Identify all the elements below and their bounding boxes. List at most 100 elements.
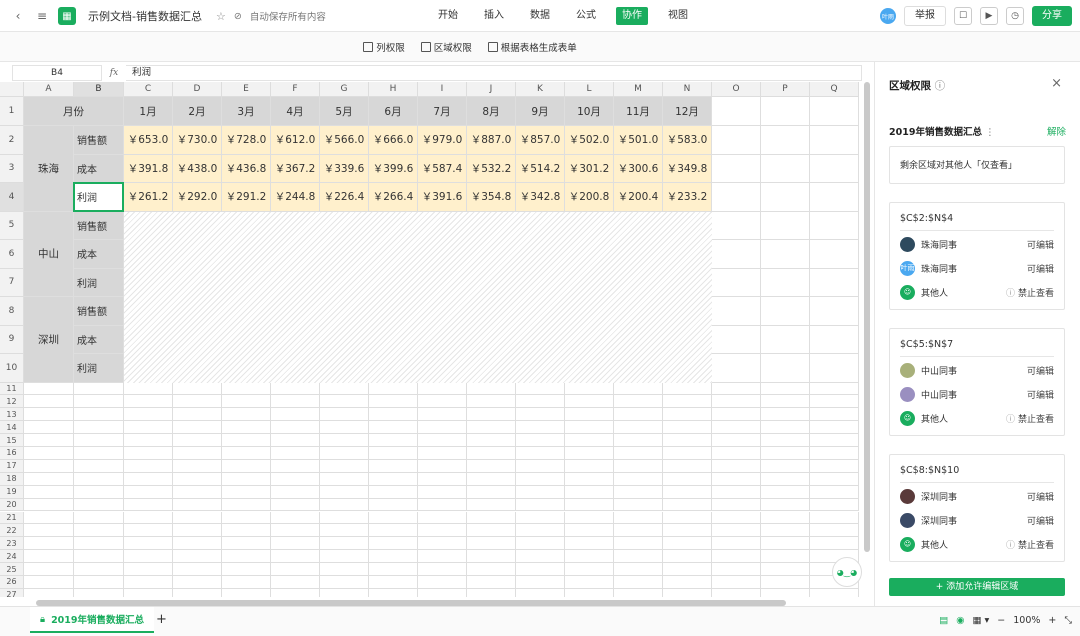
empty-cell[interactable] xyxy=(810,421,859,435)
column-header-L[interactable]: L xyxy=(565,82,614,97)
empty-cell[interactable] xyxy=(712,325,761,354)
empty-cell[interactable] xyxy=(24,382,74,396)
empty-cell[interactable] xyxy=(516,408,565,422)
row-header-5[interactable]: 5 xyxy=(0,211,24,240)
empty-cell[interactable] xyxy=(467,382,516,396)
metric-label[interactable]: 销售额 xyxy=(74,211,124,240)
empty-cell[interactable] xyxy=(516,395,565,409)
empty-cell[interactable] xyxy=(712,97,761,126)
empty-cell[interactable] xyxy=(516,511,565,525)
metric-label[interactable]: 成本 xyxy=(74,154,124,183)
column-permission-button[interactable]: 列权限 xyxy=(363,40,405,54)
empty-cell[interactable] xyxy=(173,588,222,597)
empty-cell[interactable] xyxy=(712,563,761,576)
empty-cell[interactable] xyxy=(565,563,614,576)
empty-cell[interactable] xyxy=(467,537,516,551)
empty-cell[interactable] xyxy=(761,459,810,473)
empty-cell[interactable] xyxy=(222,576,271,589)
empty-cell[interactable] xyxy=(614,524,663,538)
empty-cell[interactable] xyxy=(320,472,369,486)
empty-cell[interactable] xyxy=(663,459,712,473)
empty-cell[interactable] xyxy=(712,354,761,383)
empty-cell[interactable] xyxy=(369,563,418,576)
empty-cell[interactable] xyxy=(173,563,222,576)
empty-cell[interactable] xyxy=(271,472,320,486)
empty-cell[interactable] xyxy=(74,395,124,409)
menu-icon[interactable]: ≡ xyxy=(34,8,50,24)
empty-cell[interactable] xyxy=(810,498,859,512)
empty-cell[interactable] xyxy=(418,485,467,499)
value-cell[interactable]: ￥391.6 xyxy=(418,183,467,212)
empty-cell[interactable] xyxy=(614,447,663,460)
empty-cell[interactable] xyxy=(663,382,712,396)
empty-cell[interactable] xyxy=(810,240,859,269)
empty-cell[interactable] xyxy=(761,576,810,589)
tab-5[interactable]: 视图 xyxy=(662,7,694,25)
empty-cell[interactable] xyxy=(516,550,565,564)
empty-cell[interactable] xyxy=(712,550,761,564)
column-header-A[interactable]: A xyxy=(24,82,74,97)
empty-cell[interactable] xyxy=(124,421,173,435)
empty-cell[interactable] xyxy=(24,563,74,576)
empty-cell[interactable] xyxy=(124,485,173,499)
empty-cell[interactable] xyxy=(663,576,712,589)
empty-cell[interactable] xyxy=(810,434,859,447)
empty-cell[interactable] xyxy=(810,447,859,460)
empty-cell[interactable] xyxy=(565,576,614,589)
empty-cell[interactable] xyxy=(222,421,271,435)
empty-cell[interactable] xyxy=(369,421,418,435)
column-header-C[interactable]: C xyxy=(124,82,173,97)
empty-cell[interactable] xyxy=(663,408,712,422)
empty-cell[interactable] xyxy=(614,576,663,589)
spreadsheet-grid[interactable]: A B C D E F G H I J K L M N O P Q 1 2 3 4 5 6 7 8 9 10 11 12 13 14 15 16… xyxy=(0,82,862,597)
tab-1[interactable]: 插入 xyxy=(478,7,510,25)
region-0[interactable]: 珠海 xyxy=(24,126,74,212)
empty-cell[interactable] xyxy=(614,408,663,422)
value-cell[interactable]: ￥233.2 xyxy=(663,183,712,212)
empty-cell[interactable] xyxy=(271,395,320,409)
empty-cell[interactable] xyxy=(614,421,663,435)
empty-cell[interactable] xyxy=(418,459,467,473)
empty-cell[interactable] xyxy=(565,524,614,538)
empty-cell[interactable] xyxy=(320,563,369,576)
column-header-J[interactable]: J xyxy=(467,82,516,97)
empty-cell[interactable] xyxy=(418,511,467,525)
empty-cell[interactable] xyxy=(712,588,761,597)
empty-cell[interactable] xyxy=(173,472,222,486)
empty-cell[interactable] xyxy=(761,563,810,576)
empty-cell[interactable] xyxy=(761,550,810,564)
comment-icon[interactable]: ☐ xyxy=(954,7,972,25)
empty-cell[interactable] xyxy=(124,524,173,538)
empty-cell[interactable] xyxy=(418,576,467,589)
empty-cell[interactable] xyxy=(467,576,516,589)
region-1[interactable]: 中山 xyxy=(24,211,74,297)
empty-cell[interactable] xyxy=(614,588,663,597)
empty-cell[interactable] xyxy=(173,576,222,589)
empty-cell[interactable] xyxy=(418,524,467,538)
empty-cell[interactable] xyxy=(74,537,124,551)
column-header-I[interactable]: I xyxy=(418,82,467,97)
empty-cell[interactable] xyxy=(271,421,320,435)
empty-cell[interactable] xyxy=(320,447,369,460)
empty-cell[interactable] xyxy=(320,576,369,589)
empty-cell[interactable] xyxy=(124,550,173,564)
empty-cell[interactable] xyxy=(810,472,859,486)
empty-cell[interactable] xyxy=(222,395,271,409)
empty-cell[interactable] xyxy=(24,408,74,422)
empty-cell[interactable] xyxy=(320,498,369,512)
empty-cell[interactable] xyxy=(663,421,712,435)
empty-cell[interactable] xyxy=(369,447,418,460)
empty-cell[interactable] xyxy=(369,550,418,564)
empty-cell[interactable] xyxy=(565,472,614,486)
vertical-scrollbar[interactable] xyxy=(864,82,870,552)
empty-cell[interactable] xyxy=(24,485,74,499)
value-cell[interactable]: ￥583.0 xyxy=(663,126,712,155)
empty-cell[interactable] xyxy=(761,154,810,183)
empty-cell[interactable] xyxy=(761,395,810,409)
empty-cell[interactable] xyxy=(173,485,222,499)
close-icon[interactable]: × xyxy=(1051,76,1062,91)
value-cell[interactable]: ￥612.0 xyxy=(271,126,320,155)
empty-cell[interactable] xyxy=(761,126,810,155)
empty-cell[interactable] xyxy=(663,395,712,409)
empty-cell[interactable] xyxy=(124,382,173,396)
